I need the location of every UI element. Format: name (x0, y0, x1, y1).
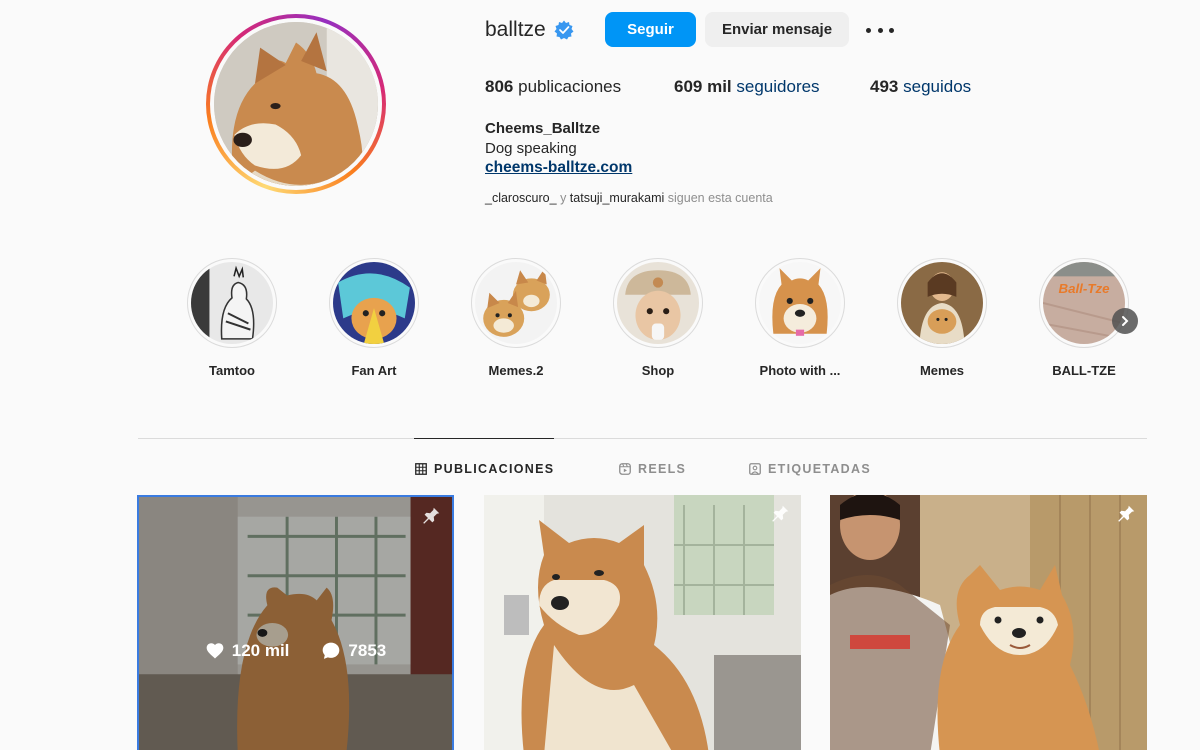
highlight-tamtoo[interactable]: Tamtoo (186, 258, 278, 378)
highlight-label: Memes (919, 363, 965, 378)
full-name: Cheems_Balltze (485, 120, 601, 137)
post-thumbnail[interactable]: 120 mil 7853 (137, 495, 454, 750)
tagged-icon (749, 463, 761, 475)
profile-bio: Cheems_Balltze Dog speaking cheems-ballt… (485, 119, 632, 178)
verified-badge-icon (554, 20, 574, 40)
username-row: balltze (485, 12, 574, 48)
highlight-label: Shop (641, 363, 675, 378)
likes-count: 120 mil (231, 641, 290, 660)
avatar (214, 22, 378, 186)
highlight-label: Photo with ... (759, 363, 841, 378)
posts-stat: 806 publicaciones (485, 77, 621, 97)
send-message-button[interactable]: Enviar mensaje (705, 12, 849, 47)
following-stat[interactable]: 493 seguidos (870, 77, 971, 97)
grid-icon (415, 463, 427, 475)
highlight-shop[interactable]: Shop (612, 258, 704, 378)
story-highlights: Tamtoo Fan Art Memes.2 Shop Photo with .… (186, 258, 1146, 388)
posts-count: 806 (485, 77, 514, 96)
more-horizontal-icon[interactable] (866, 18, 894, 42)
tab-label: ETIQUETADAS (768, 462, 871, 476)
highlight-ring (471, 258, 561, 348)
highlight-memes[interactable]: Memes (896, 258, 988, 378)
tab-posts[interactable]: PUBLICACIONES (415, 461, 554, 477)
comments-count: 7853 (348, 641, 387, 660)
hover-overlay (139, 497, 452, 750)
tab-tagged[interactable]: ETIQUETADAS (749, 461, 871, 477)
highlight-image: Ball-Tze (1043, 262, 1125, 344)
profile-avatar-ring[interactable] (206, 14, 386, 194)
highlight-label: Tamtoo (209, 363, 255, 378)
followers-count: 609 mil (674, 77, 732, 96)
pin-icon (772, 505, 789, 522)
tabs-divider (138, 438, 1147, 439)
highlight-label: Fan Art (351, 363, 397, 378)
follow-button[interactable]: Seguir (605, 12, 696, 47)
highlight-ring (755, 258, 845, 348)
highlight-ring (897, 258, 987, 348)
tab-reels[interactable]: REELS (619, 461, 686, 477)
highlight-fan-art[interactable]: Fan Art (328, 258, 420, 378)
posts-label: publicaciones (518, 77, 622, 96)
likes-stat: 120 mil (205, 641, 290, 661)
chevron-right-icon (1122, 316, 1129, 326)
following-count: 493 (870, 77, 899, 96)
tab-label: PUBLICACIONES (434, 462, 555, 476)
ball-tze-image-text: Ball-Tze (1058, 281, 1110, 296)
followed-by-suffix: siguen esta cuenta (667, 191, 773, 205)
comment-icon (323, 642, 340, 659)
pin-icon (423, 507, 440, 524)
followers-stat[interactable]: 609 mil seguidores (674, 77, 820, 97)
followed-by-user-2[interactable]: tatsuji_murakami (570, 191, 664, 205)
highlight-image (901, 262, 983, 344)
post-thumbnail[interactable] (830, 495, 1147, 750)
post-image (484, 495, 801, 750)
username: balltze (485, 18, 546, 41)
following-link[interactable]: seguidos (903, 77, 971, 96)
highlight-ring (329, 258, 419, 348)
followed-by-user-1[interactable]: _claroscuro_ (485, 191, 557, 205)
highlight-memes-2[interactable]: Memes.2 (470, 258, 562, 378)
bio-text: Dog speaking (485, 139, 577, 157)
followed-by-joiner: y (560, 191, 567, 205)
followers-link[interactable]: seguidores (736, 77, 819, 96)
highlight-label: Memes.2 (488, 363, 544, 378)
pin-icon (1118, 505, 1135, 522)
highlight-ring (613, 258, 703, 348)
highlight-photo-with[interactable]: Photo with ... (754, 258, 846, 378)
shiba-avatar-image (214, 22, 378, 186)
highlight-image (475, 262, 557, 344)
post-image (830, 495, 1147, 750)
highlight-ring (187, 258, 277, 348)
heart-icon (206, 643, 224, 659)
highlight-image (759, 262, 841, 344)
comments-stat: 7853 (321, 641, 386, 661)
post-thumbnail[interactable] (484, 495, 801, 750)
followed-by[interactable]: _claroscuro_ y tatsuji_murakami siguen e… (485, 191, 773, 205)
tab-label: REELS (638, 462, 687, 476)
active-tab-indicator (414, 438, 554, 439)
post-stats-overlay: 120 mil 7853 (139, 641, 452, 661)
highlight-ring: Ball-Tze (1039, 258, 1129, 348)
highlight-image (617, 262, 699, 344)
website-link[interactable]: cheems-balltze.com (485, 158, 632, 178)
highlight-image (333, 262, 415, 344)
reels-icon (619, 463, 631, 475)
highlight-label: BALL-TZE (1052, 363, 1116, 378)
avatar-inner (210, 18, 382, 190)
highlights-next-button[interactable] (1112, 308, 1138, 334)
highlight-image (191, 262, 273, 344)
